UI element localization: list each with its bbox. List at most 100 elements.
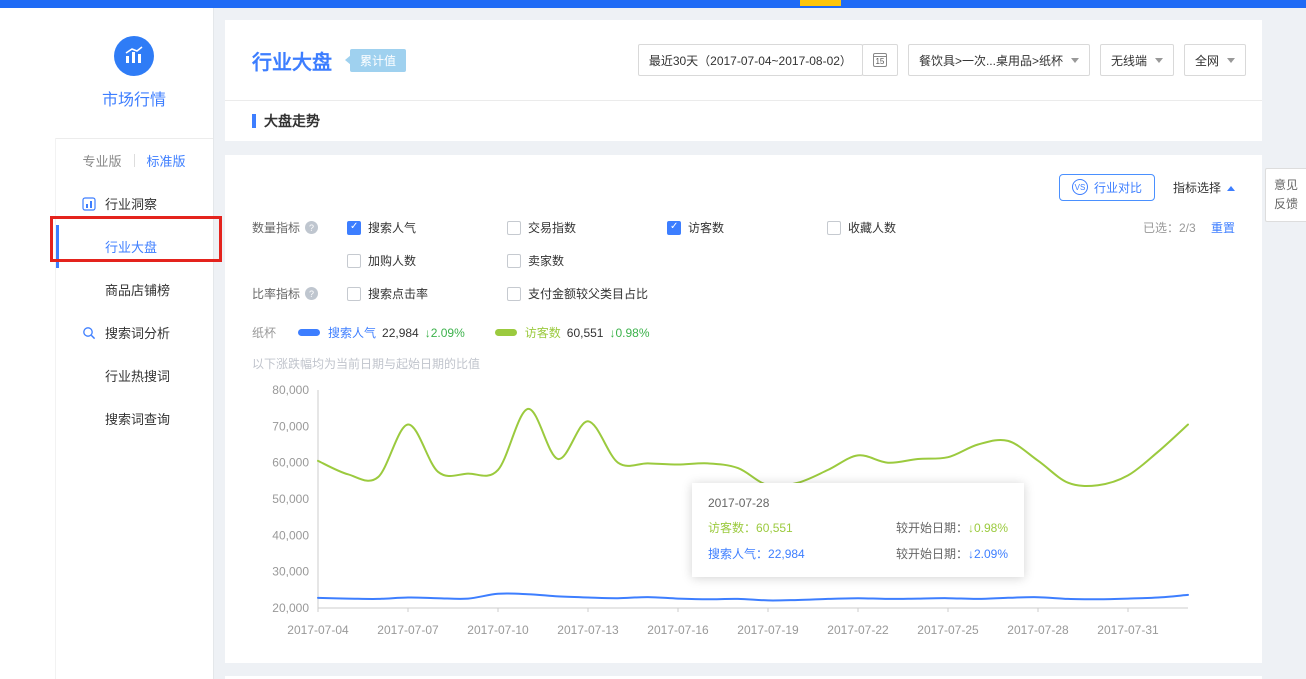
sidebar-item-hot-search-words[interactable]: 行业热搜词 [55, 354, 213, 397]
top-nav-active-indicator [800, 0, 841, 6]
terminal-label: 无线端 [1111, 52, 1147, 69]
sidebar-item-industry-overview[interactable]: 行业大盘 [55, 225, 213, 268]
sidebar-item-industry-insight[interactable]: 行业洞察 [55, 182, 213, 225]
feedback-widget[interactable]: 意见 反馈 [1265, 168, 1306, 222]
sidebar-item-label: 搜索词分析 [105, 323, 170, 342]
industry-compare-button[interactable]: VS 行业对比 [1059, 174, 1155, 201]
sidebar-item-label: 行业洞察 [105, 194, 157, 213]
svg-text:2017-07-22: 2017-07-22 [827, 623, 889, 637]
svg-text:2017-07-28: 2017-07-28 [1007, 623, 1069, 637]
chevron-down-icon [1071, 58, 1079, 67]
legend-keyword: 纸杯 [252, 324, 276, 341]
terminal-dropdown[interactable]: 无线端 [1100, 44, 1174, 76]
feedback-label-line1: 意见 [1274, 176, 1298, 195]
filter-bar: 最近30天（2017-07-04~2017-08-02） 15 餐饮具>一次..… [638, 44, 1246, 76]
checkbox-label: 交易指数 [528, 219, 576, 236]
metric-select-toggle[interactable]: 指标选择 [1173, 179, 1235, 196]
checkbox-label: 支付金额较父类目占比 [528, 285, 648, 302]
help-icon[interactable]: ? [305, 287, 318, 300]
page-header-card: 行业大盘 累计值 最近30天（2017-07-04~2017-08-02） 15… [225, 20, 1262, 141]
sidebar-item-label: 行业大盘 [105, 237, 157, 256]
cumulative-value-badge: 累计值 [350, 49, 406, 72]
sidebar-menu: 行业洞察 行业大盘 商品店铺榜 搜索词分析 行业热搜词 搜索词查询 [55, 182, 213, 440]
svg-text:40,000: 40,000 [272, 528, 309, 542]
checkbox-search-ctr[interactable]: 搜索点击率 [347, 285, 507, 302]
sidebar: 市场行情 专业版 标准版 行业洞察 行业大盘 商品店铺榜 [0, 8, 214, 679]
legend-swatch-green [495, 329, 517, 336]
legend-item-search-popularity[interactable]: 搜索人气 22,984 ↓2.09% [298, 324, 465, 341]
reset-link[interactable]: 重置 [1211, 221, 1235, 235]
calendar-icon: 15 [873, 53, 887, 67]
checkbox-label: 收藏人数 [848, 219, 896, 236]
category-dropdown[interactable]: 餐饮具>一次...桌用品>纸杯 [908, 44, 1090, 76]
industry-insight-icon [82, 197, 96, 214]
checkbox-search-popularity[interactable]: 搜索人气 [347, 219, 507, 236]
tooltip-date: 2017-07-28 [708, 496, 1008, 510]
sidebar-header: 市场行情 [0, 8, 213, 138]
trend-chart-area: 20,00030,00040,00050,00060,00070,00080,0… [252, 380, 1235, 645]
sidebar-item-label: 搜索词查询 [105, 409, 170, 428]
checkbox-favorites-count[interactable]: 收藏人数 [827, 219, 987, 236]
checkbox-label: 访客数 [688, 219, 724, 236]
scope-label: 全网 [1195, 52, 1219, 69]
svg-text:60,000: 60,000 [272, 456, 309, 470]
checkbox-label: 搜索人气 [368, 219, 416, 236]
section-title: 大盘走势 [264, 111, 320, 131]
app-title: 市场行情 [55, 86, 213, 110]
selection-info: 已选：2/3 重置 [987, 219, 1235, 236]
tab-professional[interactable]: 专业版 [82, 151, 121, 170]
chevron-down-icon [1155, 58, 1163, 67]
chart-note: 以下涨跌幅均为当前日期与起始日期的比值 [252, 355, 1235, 372]
date-range-label: 最近30天（2017-07-04~2017-08-02） [649, 52, 852, 69]
help-icon[interactable]: ? [305, 221, 318, 234]
checkbox-payment-parent-ratio[interactable]: 支付金额较父类目占比 [507, 285, 827, 302]
bar-chart-icon [123, 45, 145, 67]
metric-checkbox-grid: 数量指标 ? 搜索人气 交易指数 访客数 收藏人数 [252, 219, 1235, 302]
checkbox-transaction-index[interactable]: 交易指数 [507, 219, 667, 236]
svg-text:2017-07-07: 2017-07-07 [377, 623, 439, 637]
sidebar-item-product-shop-rank[interactable]: 商品店铺榜 [55, 268, 213, 311]
svg-text:2017-07-16: 2017-07-16 [647, 623, 709, 637]
legend-name: 访客数 [525, 324, 561, 341]
legend-value: 60,551 [567, 326, 604, 340]
checkbox-visitor-count[interactable]: 访客数 [667, 219, 827, 236]
checkbox-seller-count[interactable]: 卖家数 [507, 252, 667, 269]
sidebar-item-search-word-query[interactable]: 搜索词查询 [55, 397, 213, 440]
chevron-up-icon [1227, 182, 1235, 191]
legend-change: ↓2.09% [425, 326, 465, 340]
compare-button-label: 行业对比 [1094, 179, 1142, 196]
vs-icon: VS [1072, 179, 1088, 195]
legend-item-visitor-count[interactable]: 访客数 60,551 ↓0.98% [495, 324, 650, 341]
tooltip-row-visitors: 访客数：60,551 较开始日期：↓0.98% [708, 519, 1008, 536]
svg-text:2017-07-04: 2017-07-04 [287, 623, 349, 637]
search-analysis-icon [82, 326, 96, 343]
sidebar-item-label: 行业热搜词 [105, 366, 170, 385]
svg-text:2017-07-13: 2017-07-13 [557, 623, 619, 637]
calendar-button[interactable]: 15 [862, 44, 898, 76]
main-content: 行业大盘 累计值 最近30天（2017-07-04~2017-08-02） 15… [214, 8, 1306, 679]
date-range-selector[interactable]: 最近30天（2017-07-04~2017-08-02） [638, 44, 863, 76]
svg-text:2017-07-25: 2017-07-25 [917, 623, 979, 637]
scope-dropdown[interactable]: 全网 [1184, 44, 1246, 76]
legend-value: 22,984 [382, 326, 419, 340]
sidebar-item-search-analysis[interactable]: 搜索词分析 [55, 311, 213, 354]
checkbox-label: 加购人数 [368, 252, 416, 269]
checkbox-box [827, 221, 841, 235]
sidebar-item-label: 商品店铺榜 [105, 280, 170, 299]
legend-swatch-blue [298, 329, 320, 336]
svg-text:80,000: 80,000 [272, 383, 309, 397]
svg-text:20,000: 20,000 [272, 601, 309, 615]
checkbox-box [667, 221, 681, 235]
svg-text:2017-07-19: 2017-07-19 [737, 623, 799, 637]
legend-name: 搜索人气 [328, 324, 376, 341]
checkbox-cart-add-count[interactable]: 加购人数 [347, 252, 507, 269]
category-label: 餐饮具>一次...桌用品>纸杯 [919, 52, 1063, 69]
checkbox-box [507, 287, 521, 301]
svg-text:2017-07-10: 2017-07-10 [467, 623, 529, 637]
svg-text:70,000: 70,000 [272, 419, 309, 433]
metric-select-label: 指标选择 [1173, 179, 1221, 196]
chevron-down-icon [1227, 58, 1235, 67]
checkbox-box [507, 221, 521, 235]
tab-standard[interactable]: 标准版 [147, 151, 186, 170]
trend-panel: VS 行业对比 指标选择 数量指标 ? 搜索人气 [225, 155, 1262, 663]
